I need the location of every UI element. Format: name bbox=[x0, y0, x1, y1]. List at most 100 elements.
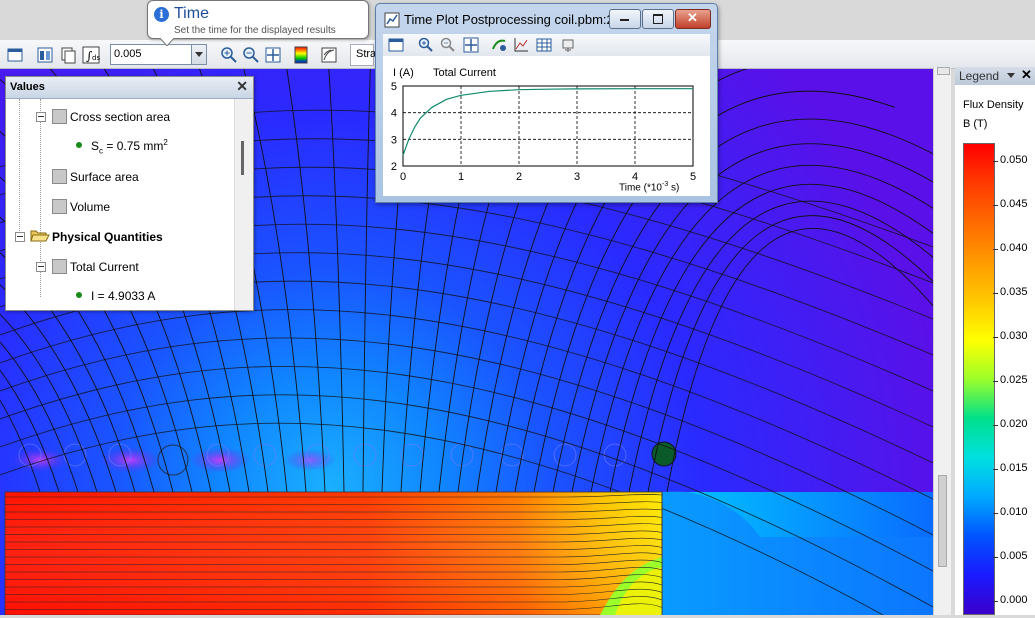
close-button[interactable]: ✕ bbox=[675, 9, 711, 29]
minimize-icon bbox=[620, 19, 629, 21]
strategy-label: Stra bbox=[356, 48, 377, 60]
scroll-up-arrow[interactable] bbox=[937, 67, 950, 75]
legend-tick-label: 0.000 bbox=[1000, 594, 1028, 606]
legend-panel-title: Legend bbox=[959, 69, 1000, 83]
legend-tick-mark bbox=[993, 557, 998, 558]
x-tick-label: 5 bbox=[690, 171, 696, 183]
quantity-icon bbox=[52, 199, 67, 214]
zoom-in-icon[interactable] bbox=[418, 37, 434, 53]
axis-settings-icon[interactable] bbox=[513, 37, 529, 53]
zoom-fit-icon[interactable] bbox=[463, 37, 479, 53]
zoom-out-icon[interactable] bbox=[240, 44, 262, 66]
value-bullet-icon bbox=[76, 292, 82, 298]
folder-open-icon bbox=[30, 230, 50, 242]
legend-tick-label: 0.025 bbox=[1000, 374, 1028, 386]
legend-tick-mark bbox=[993, 205, 998, 206]
chevron-down-icon[interactable] bbox=[191, 45, 206, 64]
y-tick-label: 3 bbox=[391, 134, 397, 146]
tree-guide bbox=[19, 99, 20, 239]
window-icon[interactable] bbox=[4, 44, 26, 66]
tooltip-tail bbox=[160, 38, 174, 46]
time-tooltip: i Time Set the time for the displayed re… bbox=[147, 0, 369, 46]
zoom-out-icon[interactable] bbox=[440, 37, 456, 53]
zoom-in-icon[interactable] bbox=[218, 44, 240, 66]
legend-unit: B (T) bbox=[963, 118, 988, 130]
field-lines-icon[interactable] bbox=[318, 44, 340, 66]
values-panel-title: Values bbox=[10, 81, 45, 93]
field-view-scrollbar[interactable] bbox=[933, 67, 951, 615]
tree-item-current-value[interactable]: I = 4.9033 A bbox=[91, 289, 155, 303]
legend-tick-mark bbox=[993, 513, 998, 514]
tooltip-description: Set the time for the displayed results bbox=[174, 25, 336, 36]
tree-item-surface-area[interactable]: Surface area bbox=[70, 170, 139, 184]
legend-tick-label: 0.045 bbox=[1000, 198, 1028, 210]
x-tick-label: 0 bbox=[400, 171, 406, 183]
collapse-toggle[interactable] bbox=[36, 262, 46, 272]
legend-tick-label: 0.030 bbox=[1000, 330, 1028, 342]
values-panel-scrollbar[interactable] bbox=[234, 99, 253, 310]
y-tick-label: 2 bbox=[391, 161, 397, 173]
minimize-button[interactable] bbox=[609, 9, 641, 29]
legend-tick-label: 0.015 bbox=[1000, 462, 1028, 474]
quantity-icon bbox=[52, 169, 67, 184]
plot-frame bbox=[402, 85, 694, 167]
close-icon: ✕ bbox=[687, 10, 698, 25]
values-panel: Values ✕ Cross section area Sc = 0.75 mm… bbox=[5, 76, 254, 311]
legend-close-icon[interactable]: ✕ bbox=[1021, 67, 1032, 83]
tree-item-total-current[interactable]: Total Current bbox=[70, 260, 139, 274]
legend-tick-mark bbox=[993, 425, 998, 426]
scrollbar-thumb[interactable] bbox=[938, 475, 947, 567]
strategy-button[interactable]: Stra bbox=[350, 44, 377, 66]
close-icon[interactable]: ✕ bbox=[236, 78, 248, 95]
legend-tick-label: 0.020 bbox=[1000, 418, 1028, 430]
legend-menu-chevron-icon[interactable] bbox=[1007, 73, 1015, 78]
tooltip-title: Time bbox=[174, 5, 209, 22]
legend-tick-mark bbox=[993, 381, 998, 382]
plot-area: I (A) Total Current 0123452345 Time (*10… bbox=[383, 56, 710, 196]
copy-icon[interactable] bbox=[57, 44, 79, 66]
collapse-toggle[interactable] bbox=[36, 112, 46, 122]
maximize-button[interactable] bbox=[642, 9, 674, 29]
legend-tick-label: 0.050 bbox=[1000, 154, 1028, 166]
legend-header: Legend ✕ bbox=[955, 67, 1035, 86]
plot-window-title: Time Plot Postprocessing coil.pbm:2 bbox=[404, 12, 614, 27]
tree-item-volume[interactable]: Volume bbox=[70, 200, 110, 214]
legend-tick-mark bbox=[993, 249, 998, 250]
legend-tick-mark bbox=[993, 469, 998, 470]
scrollbar-thumb[interactable] bbox=[241, 141, 244, 175]
quantity-icon bbox=[52, 109, 67, 124]
legend-tick-mark bbox=[993, 601, 998, 602]
time-select[interactable]: 0.005 bbox=[110, 44, 207, 65]
quantity-icon bbox=[52, 259, 67, 274]
window-icon[interactable] bbox=[388, 37, 404, 53]
legend-tick-label: 0.035 bbox=[1000, 286, 1028, 298]
tree-item-cross-section-area[interactable]: Cross section area bbox=[70, 110, 170, 124]
current-chart: 0 1 2 3 4 52345 bbox=[391, 81, 696, 183]
table-icon[interactable] bbox=[536, 37, 552, 53]
time-select-value: 0.005 bbox=[114, 48, 142, 60]
svg-text:ds: ds bbox=[92, 54, 100, 62]
tree-item-cross-section-value[interactable]: Sc = 0.75 mm2 bbox=[91, 138, 168, 155]
legend-quantity: Flux Density bbox=[963, 99, 1024, 111]
value-bullet-icon bbox=[76, 142, 82, 148]
legend-tick-label: 0.005 bbox=[1000, 550, 1028, 562]
layout-icon[interactable] bbox=[34, 44, 56, 66]
plot-toolbar bbox=[383, 34, 710, 56]
tree-item-physical-quantities[interactable]: Physical Quantities bbox=[52, 230, 163, 244]
x-tick-label: 3 bbox=[574, 171, 580, 183]
x-tick-label: 1 bbox=[458, 171, 464, 183]
export-icon[interactable] bbox=[560, 37, 576, 53]
zoom-fit-icon[interactable] bbox=[262, 44, 284, 66]
collapse-toggle[interactable] bbox=[15, 232, 25, 242]
x-axis-label: Time (*10-3 s) bbox=[619, 181, 680, 194]
values-panel-header: Values ✕ bbox=[6, 77, 253, 99]
legend-tick-label: 0.040 bbox=[1000, 242, 1028, 254]
color-map-icon[interactable] bbox=[290, 44, 312, 66]
y-tick-label: 5 bbox=[391, 81, 397, 93]
curve-settings-icon[interactable] bbox=[491, 37, 507, 53]
legend-tick-label: 0.010 bbox=[1000, 506, 1028, 518]
legend-color-bar bbox=[963, 143, 995, 615]
info-icon: i bbox=[154, 7, 169, 22]
integral-icon[interactable]: ∫ ds bbox=[80, 44, 102, 66]
legend-tick-mark bbox=[993, 337, 998, 338]
